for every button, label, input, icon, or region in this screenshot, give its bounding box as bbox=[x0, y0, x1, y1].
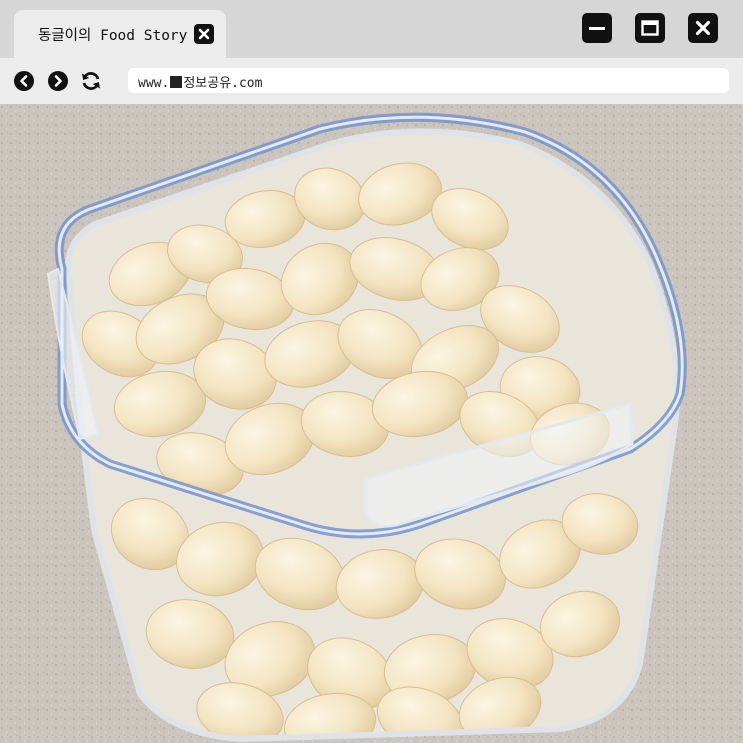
page-photo bbox=[0, 104, 743, 743]
title-bar: 동글이의 Food Story bbox=[0, 0, 743, 58]
url-prefix: www. bbox=[138, 76, 170, 91]
browser-tab[interactable]: 동글이의 Food Story bbox=[14, 10, 226, 58]
url-favicon-icon bbox=[170, 76, 183, 88]
close-window-button[interactable] bbox=[688, 13, 718, 43]
tab-title: 동글이의 Food Story bbox=[38, 28, 188, 44]
address-bar[interactable]: www. 정보공유.com bbox=[128, 68, 729, 93]
browser-toolbar: www. 정보공유.com bbox=[0, 58, 743, 104]
maximize-button[interactable] bbox=[635, 13, 665, 43]
url-domain: 정보공유.com bbox=[183, 76, 263, 91]
forward-arrow-icon[interactable] bbox=[47, 70, 69, 92]
tab-close-icon[interactable] bbox=[194, 24, 214, 44]
reload-icon[interactable] bbox=[80, 70, 102, 92]
minimize-button[interactable] bbox=[582, 13, 612, 43]
container-image bbox=[46, 112, 687, 743]
url-text: www. 정보공유.com bbox=[138, 72, 262, 91]
back-arrow-icon[interactable] bbox=[13, 70, 35, 92]
